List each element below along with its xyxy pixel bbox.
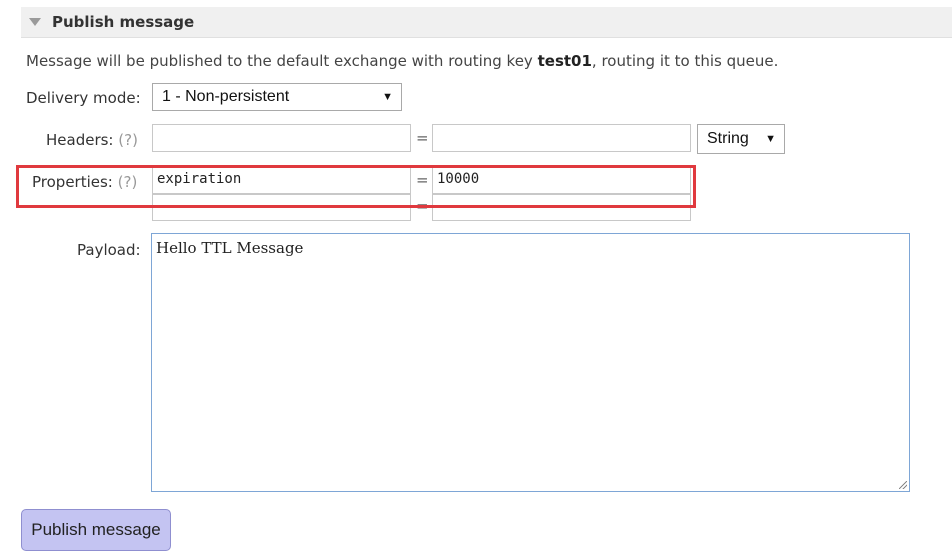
delivery-mode-label: Delivery mode: (26, 89, 141, 107)
dropdown-arrow-icon: ▼ (765, 133, 776, 145)
routing-info-suffix: , routing it to this queue. (591, 52, 779, 70)
section-header-publish-message[interactable]: Publish message (21, 7, 952, 38)
headers-help-link[interactable]: (?) (118, 131, 138, 149)
property-key-input-empty[interactable] (152, 194, 411, 221)
payload-text: Hello TTL Message (156, 239, 304, 257)
headers-label-text: Headers: (46, 131, 114, 149)
properties-label-text: Properties: (32, 173, 113, 191)
header-value-input[interactable] (432, 124, 691, 152)
header-type-value: String (707, 130, 749, 147)
header-key-input[interactable] (152, 124, 411, 152)
resize-grip-icon[interactable] (899, 481, 907, 489)
routing-key: test01 (537, 52, 592, 70)
payload-textarea[interactable]: Hello TTL Message (151, 233, 910, 492)
payload-label: Payload: (77, 241, 141, 259)
routing-info: Message will be published to the default… (26, 52, 778, 70)
collapse-triangle-icon (29, 18, 41, 26)
property-equals-sign-empty: = (416, 197, 429, 209)
property-value-input-empty[interactable] (432, 194, 691, 221)
publish-message-button[interactable]: Publish message (21, 509, 171, 551)
headers-label: Headers: (?) (46, 131, 138, 149)
section-title: Publish message (52, 13, 195, 31)
header-type-select[interactable]: String ▼ (697, 124, 785, 154)
header-equals-sign: = (416, 129, 429, 147)
properties-help-link[interactable]: (?) (118, 173, 138, 191)
properties-label: Properties: (?) (32, 173, 137, 191)
property-key-input[interactable]: expiration (152, 167, 411, 194)
delivery-mode-value: 1 - Non-persistent (162, 88, 290, 105)
property-value-input[interactable]: 10000 (432, 167, 691, 194)
dropdown-arrow-icon: ▼ (382, 91, 393, 103)
delivery-mode-select[interactable]: 1 - Non-persistent ▼ (152, 83, 402, 111)
routing-info-prefix: Message will be published to the default… (26, 52, 538, 70)
property-equals-sign: = (416, 171, 429, 189)
